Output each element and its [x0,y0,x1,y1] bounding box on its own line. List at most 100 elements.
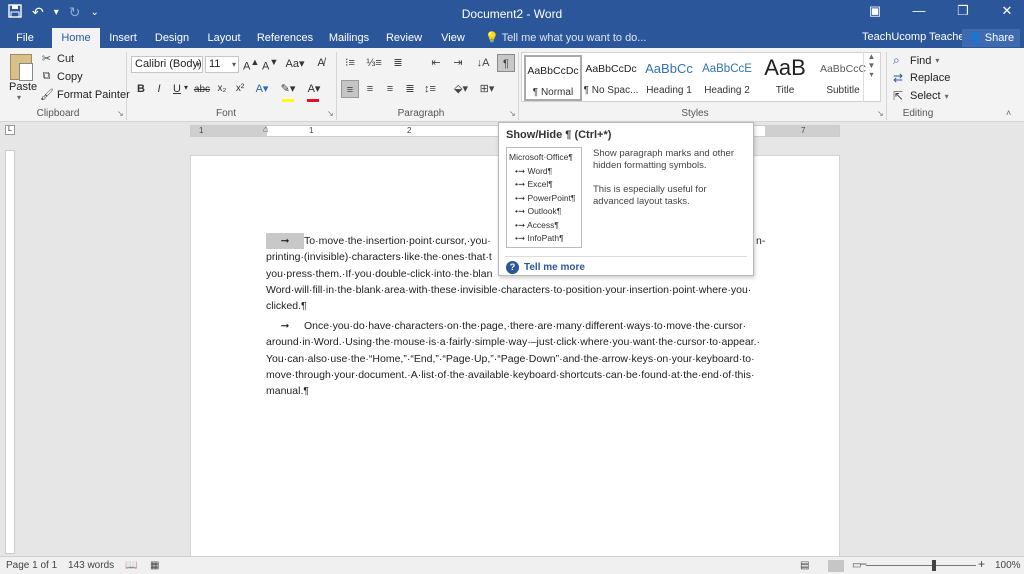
clipboard-launcher-icon[interactable]: ↘ [117,109,124,118]
paste-button[interactable]: Paste [9,81,37,93]
more-styles-icon[interactable]: ▾ [864,70,879,79]
tooltip-description: Show paragraph marks and other hidden fo… [593,148,748,208]
print-layout-icon[interactable] [828,560,844,572]
text-line: Word·will·fill·in·the·blank·area·with·th… [266,283,752,296]
tab-design[interactable]: Design [150,28,194,48]
format-painter-label: Format Painter [57,88,130,101]
numbering-icon[interactable]: ⅓≡ [365,54,383,72]
replace-button[interactable]: ⇄ Replace [893,71,950,85]
sort-icon[interactable]: ↓A [474,54,492,72]
increase-indent-icon[interactable]: ⇥ [449,54,467,72]
style-no-spacing[interactable]: AaBbCcDc ¶ No Spac... [582,55,640,101]
find-button[interactable]: ⌕ Find ▾ [893,53,939,68]
text-line: move·through·your·document.·A·list·of·th… [266,368,755,381]
tell-me-more-link[interactable]: ? Tell me more [506,261,585,274]
chevron-up-icon[interactable]: ▲ [864,52,879,61]
decrease-indent-icon[interactable]: ⇤ [427,54,445,72]
bold-icon[interactable]: B [133,83,149,95]
chevron-down-icon[interactable]: ▼ [864,61,879,70]
word-count[interactable]: 143 words [68,560,114,571]
status-bar: Page 1 of 1 143 words 📖 ▦ ▤ ▭ − + 100% [0,556,1024,574]
user-name[interactable]: TeachUcomp Teacher [862,31,968,43]
macro-record-icon[interactable]: ▦ [150,560,159,571]
styles-scroll[interactable]: ▲ ▼ ▾ [863,52,879,102]
zoom-in-icon[interactable]: + [978,557,985,571]
tab-mailings[interactable]: Mailings [324,28,374,48]
style-name: Heading 2 [704,85,750,96]
tab-references[interactable]: References [254,28,316,48]
paragraph-2[interactable]: ➞ Once·you·do·have·characters·on·the·page… [266,318,766,399]
close-icon[interactable]: ✕ [998,3,1016,19]
restore-icon[interactable]: ❐ [954,3,972,19]
minimize-icon[interactable]: — [910,3,928,19]
underline-dropdown-icon[interactable]: ▾ [182,83,190,92]
paragraph-launcher-icon[interactable]: ↘ [509,109,516,118]
strikethrough-icon[interactable]: abc [193,84,211,95]
font-name-combo[interactable]: Calibri (Body) ▾ [131,56,203,73]
copy-button[interactable]: ⧉ Copy [40,70,83,83]
bullets-icon[interactable]: ⁝≡ [341,54,359,72]
sample-text: Access¶ [527,219,559,230]
tell-me-box[interactable]: 💡 Tell me what you want to do... [485,31,646,44]
page-count[interactable]: Page 1 of 1 [6,560,57,571]
shading-icon[interactable]: ⬙▾ [452,80,470,98]
style-sample: AaBbCcDc [527,65,579,77]
align-right-icon[interactable]: ≡ [381,80,399,98]
align-center-icon[interactable]: ≡ [361,80,379,98]
indent-marker-icon[interactable]: ⌂ [263,124,268,134]
cut-button[interactable]: ✂ Cut [40,52,74,66]
style-heading-1[interactable]: AaBbCc Heading 1 [640,55,698,101]
align-left-icon[interactable]: ≡ [341,80,359,98]
style-title[interactable]: AaB Title [756,55,814,101]
tab-selector[interactable]: L [5,125,15,135]
tab-home[interactable]: Home [52,28,100,48]
tooltip-desc-2: This is especially useful for advanced l… [593,184,707,207]
superscript-icon[interactable]: x² [232,83,248,94]
justify-icon[interactable]: ≣ [401,80,419,98]
tab-layout[interactable]: Layout [202,28,246,48]
format-painter-button[interactable]: 🖌 Format Painter [40,88,130,102]
chevron-down-icon: ▾ [231,60,236,69]
text-effects-icon[interactable]: A▾ [254,82,270,95]
font-launcher-icon[interactable]: ↘ [327,109,334,118]
select-button[interactable]: ⇱ Select ▾ [893,89,949,103]
highlight-icon[interactable]: ✎▾ [280,82,296,95]
zoom-slider[interactable] [866,565,976,566]
font-color-icon[interactable]: A▾ [306,82,322,95]
tab-file[interactable]: File [8,28,42,48]
text-line: around·in·Word.·Using·the·mouse·is·a·fai… [266,336,761,349]
window-controls: ▣ — ❐ ✕ [866,3,1016,19]
paste-icon[interactable] [10,54,33,81]
zoom-out-icon[interactable]: − [860,557,867,571]
tab-insert[interactable]: Insert [104,28,142,48]
zoom-slider-thumb[interactable] [932,560,936,571]
read-mode-icon[interactable]: ▤ [800,560,809,571]
shrink-font-icon[interactable]: A▼ [262,57,278,73]
sample-text: Outlook¶ [527,206,562,216]
italic-icon[interactable]: I [151,83,167,95]
font-size-combo[interactable]: 11 ▾ [205,56,239,73]
change-case-icon[interactable]: Aa▾ [284,57,306,70]
clear-formatting-icon[interactable]: A̸ [313,57,329,69]
zoom-level[interactable]: 100% [995,560,1021,571]
collapse-ribbon-icon[interactable]: ˄ [1006,108,1011,118]
style-name: ¶ No Spac... [583,85,639,96]
share-button[interactable]: 👤 Share [962,29,1021,47]
ribbon-display-options-icon[interactable]: ▣ [866,3,884,19]
line-spacing-icon[interactable]: ↕≡ [421,80,439,98]
sample-text: Excel¶ [527,179,553,189]
grow-font-icon[interactable]: A▲ [243,57,259,73]
paste-dropdown-icon[interactable]: ▾ [17,93,21,102]
subscript-icon[interactable]: x₂ [214,83,230,94]
multilevel-list-icon[interactable]: ≣ [389,54,407,72]
proofing-icon[interactable]: 📖 [125,560,137,571]
styles-launcher-icon[interactable]: ↘ [877,109,884,118]
borders-icon[interactable]: ⊞▾ [478,80,496,98]
tab-view[interactable]: View [434,28,472,48]
show-hide-formatting-button[interactable]: ¶ [497,54,515,72]
style-normal[interactable]: AaBbCcDc ¶ Normal [524,55,582,101]
tab-review[interactable]: Review [382,28,426,48]
style-heading-2[interactable]: AaBbCcE Heading 2 [698,55,756,101]
vertical-ruler[interactable] [5,150,15,554]
person-icon: 👤 [968,32,982,44]
